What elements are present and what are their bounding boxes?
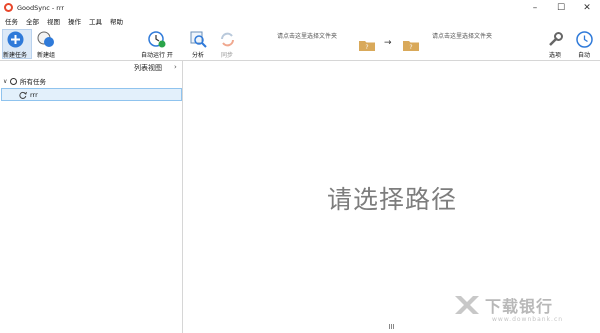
analyze-label: 分析 bbox=[191, 52, 204, 59]
auto-button[interactable]: 自动 bbox=[575, 30, 593, 59]
chevron-right-icon[interactable]: › bbox=[174, 63, 177, 71]
watermark-url: www.downbank.cn bbox=[492, 316, 564, 323]
svg-text:?: ? bbox=[365, 44, 368, 51]
watermark: 下载银行 bbox=[453, 293, 553, 317]
auto-run-label: 自动运行 开 bbox=[141, 52, 173, 59]
options-button[interactable]: 选项 bbox=[546, 30, 564, 59]
menu-view[interactable]: 视图 bbox=[47, 16, 60, 26]
right-folder-hint[interactable]: 请点击这里选择文件夹 bbox=[432, 31, 492, 40]
title-bar: GoodSync - rrr – ☐ ✕ bbox=[0, 0, 600, 15]
analyze-magnifier-icon bbox=[189, 30, 207, 48]
list-view-toggle[interactable]: 列表视图 bbox=[134, 63, 162, 73]
auto-run-toggle[interactable]: 自动运行 开 bbox=[141, 30, 173, 59]
job-list-panel bbox=[0, 61, 183, 333]
direction-arrow-icon[interactable]: → bbox=[384, 38, 392, 48]
menu-help[interactable]: 帮助 bbox=[110, 16, 123, 26]
chevron-down-icon[interactable]: ∨ bbox=[3, 78, 10, 85]
menu-action[interactable]: 操作 bbox=[68, 16, 81, 26]
group-circle-icon bbox=[10, 77, 17, 85]
group-icon bbox=[37, 30, 55, 48]
auto-label: 自动 bbox=[577, 52, 590, 59]
maximize-button[interactable]: ☐ bbox=[548, 0, 574, 15]
resize-grip-icon[interactable] bbox=[389, 324, 394, 329]
window-title: GoodSync - rrr bbox=[17, 3, 65, 12]
menu-tools[interactable]: 工具 bbox=[89, 16, 102, 26]
menu-job[interactable]: 任务 bbox=[5, 16, 18, 26]
options-label: 选项 bbox=[548, 52, 561, 59]
clock-check-icon bbox=[148, 30, 166, 48]
menu-bar: 任务 全部 视图 操作 工具 帮助 bbox=[0, 15, 600, 27]
job-row[interactable]: rrr bbox=[1, 88, 182, 101]
menu-all[interactable]: 全部 bbox=[26, 16, 39, 26]
close-button[interactable]: ✕ bbox=[574, 0, 600, 15]
window-controls: – ☐ ✕ bbox=[522, 0, 600, 15]
new-job-label: 新建任务 bbox=[3, 52, 28, 59]
left-folder-hint[interactable]: 请点击这里选择文件夹 bbox=[277, 31, 337, 40]
sync-button[interactable]: 同步 bbox=[218, 30, 236, 59]
left-folder-icon[interactable]: ? bbox=[359, 39, 375, 51]
watermark-text: 下载银行 bbox=[485, 297, 554, 316]
new-job-button[interactable]: 新建任务 bbox=[3, 30, 27, 59]
wrench-icon bbox=[546, 30, 564, 48]
sync-arrows-icon bbox=[218, 30, 236, 48]
new-group-button[interactable]: 新建组 bbox=[37, 30, 55, 59]
minimize-button[interactable]: – bbox=[522, 0, 548, 15]
right-folder-icon[interactable]: ? bbox=[403, 39, 419, 51]
watermark-logo-icon bbox=[455, 296, 479, 314]
svg-text:?: ? bbox=[409, 44, 412, 51]
job-name: rrr bbox=[30, 90, 38, 99]
all-jobs-node[interactable]: ∨ 所有任务 bbox=[3, 76, 46, 86]
all-jobs-label: 所有任务 bbox=[20, 78, 46, 86]
sync-status-icon bbox=[19, 91, 27, 101]
new-group-label: 新建组 bbox=[37, 52, 56, 59]
select-path-placeholder: 请选择路径 bbox=[327, 185, 458, 214]
sync-label: 同步 bbox=[220, 52, 233, 59]
plus-circle-icon bbox=[6, 30, 24, 48]
analyze-button[interactable]: 分析 bbox=[189, 30, 207, 59]
goodsync-logo-icon bbox=[4, 3, 13, 12]
clock-icon bbox=[575, 30, 593, 48]
